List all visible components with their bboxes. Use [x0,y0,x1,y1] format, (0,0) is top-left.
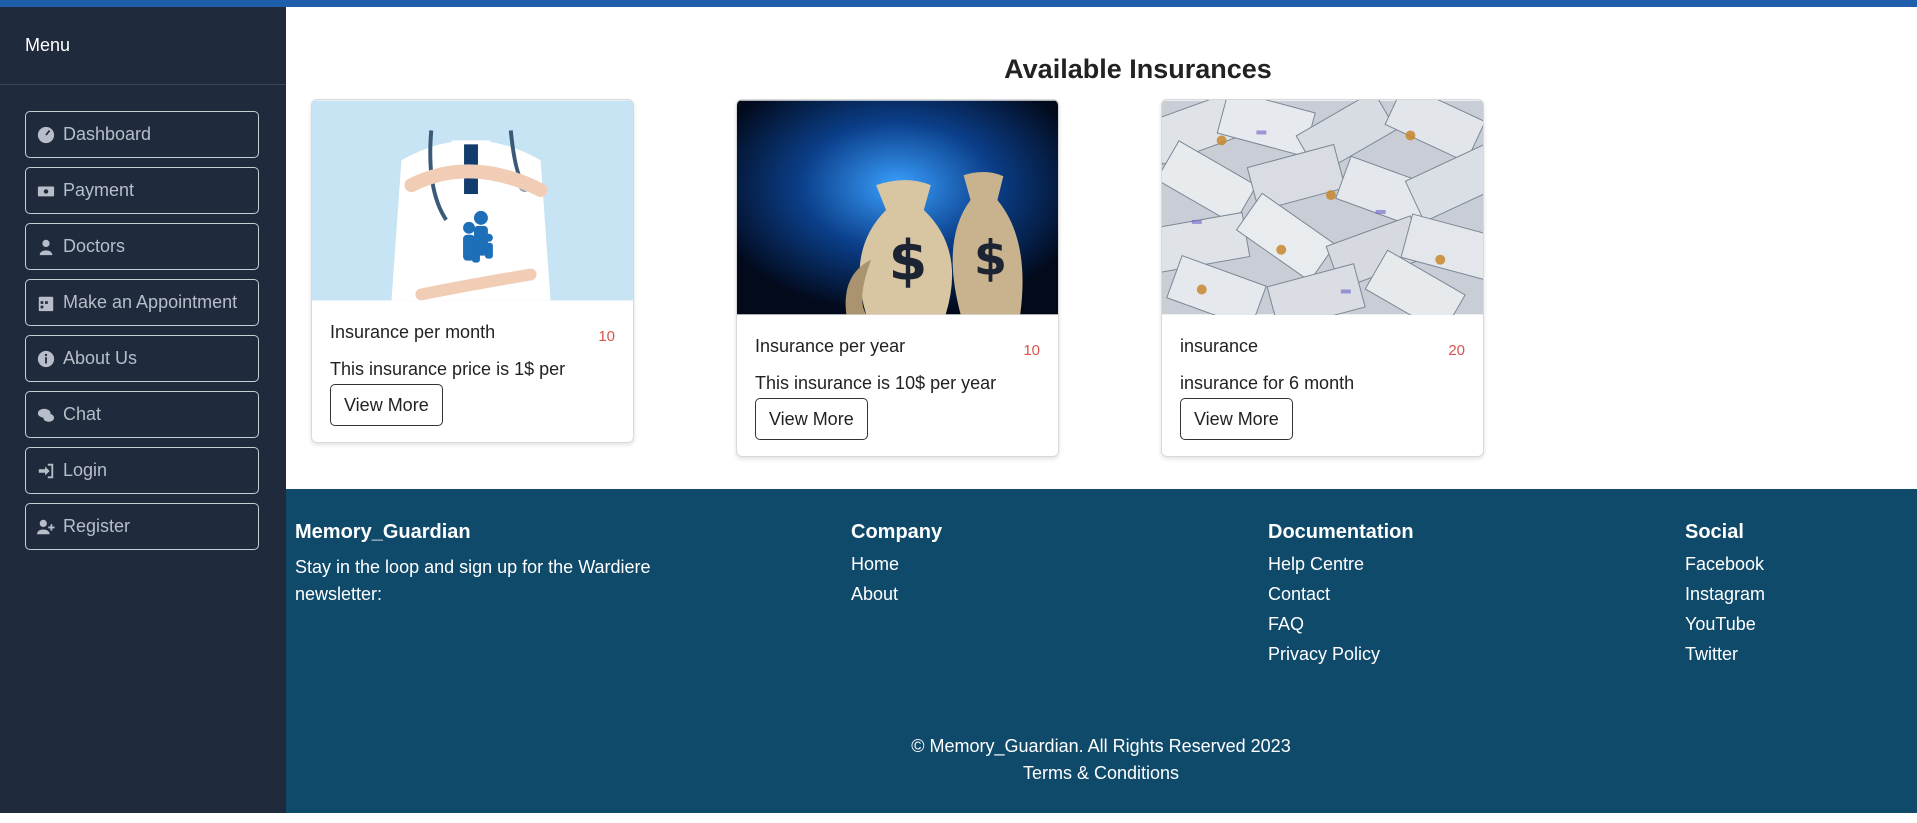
sidebar-item-about-us[interactable]: About Us [25,335,259,382]
footer-link-faq[interactable]: FAQ [1268,614,1414,635]
sidebar-item-register[interactable]: Register [25,503,259,550]
sidebar-item-label: Login [63,460,108,480]
footer-link-youtube[interactable]: YouTube [1685,614,1765,635]
insurance-card: insurance 20 insurance for 6 month View … [1161,99,1484,457]
footer-company: Company Home About [851,521,942,614]
footer-link-twitter[interactable]: Twitter [1685,644,1765,665]
view-more-button[interactable]: View More [755,398,868,440]
insurance-card: Insurance per month 10 This insurance pr… [311,99,634,443]
footer-copyright: © Memory_Guardian. All Rights Reserved 2… [911,736,1291,756]
svg-text:$: $ [889,229,928,294]
calendar-icon [35,292,57,314]
view-more-button[interactable]: View More [1180,398,1293,440]
doctor-family-protection-image [312,100,633,301]
sidebar-item-label: Chat [63,404,102,424]
card-text: This insurance price is 1$ per [330,359,566,379]
card-count: 10 [1023,342,1040,359]
footer-newsletter-text: Stay in the loop and sign up for the War… [295,557,651,604]
money-bags-image: $ $ [737,100,1058,315]
sidebar-item-dashboard[interactable]: Dashboard [25,111,259,158]
sidebar-title: Menu [0,7,286,85]
card-title: Insurance per month [330,322,496,342]
page-title: Available Insurances [1004,54,1272,84]
footer-social-title: Social [1685,521,1744,543]
card-title: Insurance per year [755,336,906,356]
money-icon [35,180,57,202]
footer-company-title: Company [851,521,943,543]
dollar-bills-image [1162,100,1483,335]
dashboard-icon [35,124,57,146]
info-icon [35,348,57,370]
sidebar-item-label: Payment [63,180,135,200]
bottom-strip [0,813,1917,823]
footer-link-contact[interactable]: Contact [1268,584,1414,605]
footer-brand-title: Memory_Guardian [295,521,471,543]
main-content: Available Insurances Insurance per month… [286,7,1917,489]
sidebar-item-chat[interactable]: Chat [25,391,259,438]
footer: Memory_Guardian Stay in the loop and sig… [286,489,1917,813]
footer-link-home[interactable]: Home [851,554,942,575]
sidebar-item-label: Make an Appointment [63,292,238,312]
view-more-button[interactable]: View More [330,384,443,426]
footer-terms-link[interactable]: Terms & Conditions [286,760,1916,787]
sidebar-item-label: Dashboard [63,124,152,144]
card-text: This insurance is 10$ per year [755,373,997,393]
sidebar-item-doctors[interactable]: Doctors [25,223,259,270]
footer-social: Social Facebook Instagram YouTube Twitte… [1685,521,1765,674]
card-body: Insurance per year 10 This insurance is … [737,320,1058,456]
card-body: insurance 20 insurance for 6 month View … [1162,320,1483,456]
footer-link-instagram[interactable]: Instagram [1685,584,1765,605]
card-title: insurance [1180,336,1259,356]
sidebar-item-label: About Us [63,348,138,368]
doctor-icon [35,236,57,258]
insurance-card: $ $ Insurance per year 10 This insurance… [736,99,1059,457]
footer-copyright-block: © Memory_Guardian. All Rights Reserved 2… [286,733,1916,787]
chat-icon [35,404,57,426]
sidebar: Menu Dashboard Payment Doctors Make an A… [0,7,286,823]
sidebar-item-payment[interactable]: Payment [25,167,259,214]
sidebar-item-login[interactable]: Login [25,447,259,494]
card-count: 10 [598,328,615,345]
card-body: Insurance per month 10 This insurance pr… [312,306,633,442]
footer-brand: Memory_Guardian Stay in the loop and sig… [295,521,675,608]
footer-link-help-centre[interactable]: Help Centre [1268,554,1414,575]
sidebar-item-label: Register [63,516,131,536]
footer-link-privacy-policy[interactable]: Privacy Policy [1268,644,1414,665]
card-text: insurance for 6 month [1180,373,1355,393]
sidebar-item-appointment[interactable]: Make an Appointment [25,279,259,326]
svg-text:$: $ [974,232,1007,287]
sidebar-nav: Dashboard Payment Doctors Make an Appoin… [25,111,259,559]
user-plus-icon [35,516,57,538]
sidebar-item-label: Doctors [63,236,126,256]
login-icon [35,460,57,482]
footer-link-facebook[interactable]: Facebook [1685,554,1765,575]
footer-link-about[interactable]: About [851,584,942,605]
footer-documentation: Documentation Help Centre Contact FAQ Pr… [1268,521,1414,674]
card-count: 20 [1448,342,1465,359]
footer-documentation-title: Documentation [1268,521,1414,543]
top-accent-bar [0,0,1917,7]
